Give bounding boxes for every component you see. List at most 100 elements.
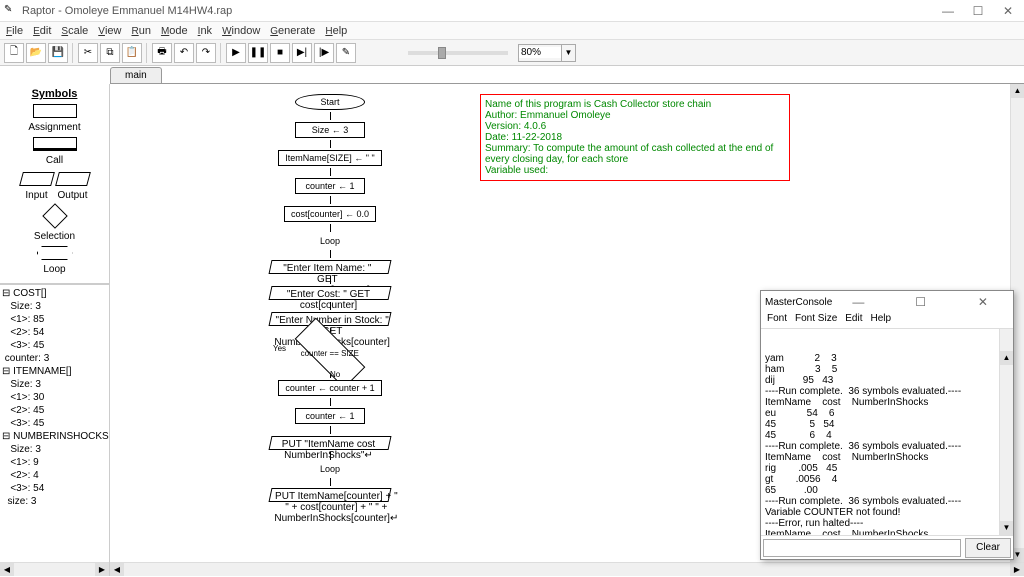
master-console[interactable]: MasterConsole — ☐ ✕ Font Font Size Edit … (760, 290, 1014, 560)
menu-scale[interactable]: Scale (61, 25, 88, 37)
var-node[interactable]: Size: 3 (2, 300, 107, 313)
menu-window[interactable]: Window (222, 25, 260, 37)
console-minimize[interactable]: — (832, 296, 884, 308)
scroll-right-icon[interactable]: ▶ (1010, 563, 1024, 576)
side-hscroll[interactable]: ◀ ▶ (0, 562, 109, 576)
flow-node-hex[interactable]: Loop (295, 462, 365, 476)
console-line: gt .0056 4 (765, 474, 1009, 485)
new-icon[interactable]: 🗋 (4, 43, 24, 63)
var-node[interactable]: <1>: 85 (2, 313, 107, 326)
zoom-select[interactable]: ▼ (518, 44, 576, 62)
flow-node-rect[interactable]: cost[counter] ← 0.0 (284, 206, 376, 222)
console-input[interactable] (763, 539, 961, 557)
scroll-down-icon[interactable]: ▼ (1000, 521, 1013, 535)
step-into-icon[interactable]: |▶ (314, 43, 334, 63)
play-icon[interactable]: ▶ (226, 43, 246, 63)
console-vscroll[interactable]: ▲ ▼ (999, 329, 1013, 535)
console-menu-font[interactable]: Font (767, 313, 787, 328)
speed-slider[interactable] (408, 51, 508, 55)
var-node[interactable]: <2>: 4 (2, 469, 107, 482)
paste-icon[interactable]: 📋 (122, 43, 142, 63)
call-shape[interactable] (33, 137, 77, 151)
flow-node-para[interactable]: "Enter Number in Stock: " GET NumberInSh… (269, 312, 392, 326)
close-button[interactable]: ✕ (1002, 5, 1014, 17)
var-node[interactable]: <2>: 54 (2, 326, 107, 339)
flowchart: Start Size ← 3 ItemName[SIZE] ← " " counter… (270, 92, 390, 504)
var-node[interactable]: <3>: 45 (2, 339, 107, 352)
menu-file[interactable]: File (6, 25, 23, 37)
maximize-button[interactable]: ☐ (972, 5, 984, 17)
var-node[interactable]: Size: 3 (2, 443, 107, 456)
variables-tree[interactable]: ⊟ COST[] Size: 3 <1>: 85 <2>: 54 <3>: 45… (0, 284, 109, 562)
undo-icon[interactable]: ↶ (174, 43, 194, 63)
pencil-icon[interactable]: ✎ (336, 43, 356, 63)
flow-node-rect[interactable]: Size ← 3 (295, 122, 365, 138)
scroll-left-icon[interactable]: ◀ (110, 563, 124, 576)
menu-mode[interactable]: Mode (161, 25, 188, 37)
save-icon[interactable]: 💾 (48, 43, 68, 63)
chevron-down-icon[interactable]: ▼ (561, 45, 575, 61)
copy-icon[interactable]: ⧉ (100, 43, 120, 63)
menu-generate[interactable]: Generate (270, 25, 315, 37)
var-node[interactable]: Size: 3 (2, 378, 107, 391)
menu-help[interactable]: Help (325, 25, 347, 37)
console-maximize[interactable]: ☐ (895, 296, 947, 308)
comment-line: Name of this program is Cash Collector s… (485, 99, 785, 110)
scroll-right-icon[interactable]: ▶ (95, 563, 109, 576)
var-node[interactable]: ⊟ NUMBERINSHOCKS (2, 430, 107, 443)
output-shape[interactable] (55, 172, 91, 186)
flow-node-rect[interactable]: counter ← 1 (295, 408, 365, 424)
var-node[interactable]: ⊟ COST[] (2, 287, 107, 300)
scroll-track[interactable] (124, 563, 1010, 576)
pause-icon[interactable]: ❚❚ (248, 43, 268, 63)
console-close[interactable]: ✕ (957, 296, 1009, 308)
scroll-up-icon[interactable]: ▲ (1000, 351, 1013, 365)
var-node[interactable]: <1>: 30 (2, 391, 107, 404)
redo-icon[interactable]: ↷ (196, 43, 216, 63)
console-menu-fontsize[interactable]: Font Size (795, 313, 837, 328)
flow-node-hex[interactable]: Loop (295, 234, 365, 248)
tab-main[interactable]: main (110, 67, 162, 83)
menu-run[interactable]: Run (131, 25, 150, 37)
flow-node-rect[interactable]: ItemName[SIZE] ← " " (278, 150, 381, 166)
console-output[interactable]: yam 2 3ham 3 5dij 95 43----Run complete.… (761, 329, 1013, 535)
scroll-left-icon[interactable]: ◀ (0, 563, 14, 576)
selection-shape[interactable] (42, 203, 67, 228)
step-over-icon[interactable]: ▶| (292, 43, 312, 63)
comment-box[interactable]: Name of this program is Cash Collector s… (480, 94, 790, 181)
flow-node-rect[interactable]: counter ← counter + 1 (278, 380, 381, 396)
minimize-button[interactable]: — (942, 5, 954, 17)
cut-icon[interactable]: ✂ (78, 43, 98, 63)
var-node[interactable]: counter: 3 (2, 352, 107, 365)
assignment-shape[interactable] (33, 104, 77, 118)
flow-node-para[interactable]: "Enter Cost: " GET cost[counter] (269, 286, 392, 300)
var-node[interactable]: ⊟ ITEMNAME[] (2, 365, 107, 378)
var-node[interactable]: <3>: 45 (2, 417, 107, 430)
var-node[interactable]: <2>: 45 (2, 404, 107, 417)
menu-ink[interactable]: Ink (198, 25, 212, 37)
clear-button[interactable]: Clear (965, 538, 1011, 558)
zoom-input[interactable] (519, 47, 561, 58)
menu-view[interactable]: View (98, 25, 121, 37)
print-icon[interactable]: 🖶 (152, 43, 172, 63)
flow-node-oval[interactable]: Start (295, 94, 365, 110)
flow-node-rect[interactable]: counter ← 1 (295, 178, 365, 194)
open-icon[interactable]: 📂 (26, 43, 46, 63)
flow-node-para[interactable]: "Enter Item Name: " GET ItemName[counter… (269, 260, 392, 274)
flow-node-para[interactable]: PUT ItemName[counter] + " " + cost[count… (269, 488, 392, 502)
input-shape[interactable] (19, 172, 55, 186)
loop-shape[interactable] (37, 246, 73, 260)
stop-icon[interactable]: ■ (270, 43, 290, 63)
canvas-hscroll[interactable]: ◀ ▶ (110, 562, 1024, 576)
var-node[interactable]: <3>: 54 (2, 482, 107, 495)
loop-label: Loop (4, 264, 105, 275)
console-menu-edit[interactable]: Edit (845, 313, 862, 328)
scroll-up-icon[interactable]: ▲ (1011, 84, 1024, 98)
var-node[interactable]: size: 3 (2, 495, 107, 508)
flow-node-para[interactable]: PUT "ItemName cost NumberInShocks"↵ (269, 436, 392, 450)
console-menu-help[interactable]: Help (871, 313, 892, 328)
var-node[interactable]: <1>: 9 (2, 456, 107, 469)
slider-thumb[interactable] (438, 47, 446, 59)
menu-edit[interactable]: Edit (33, 25, 51, 37)
scroll-track[interactable] (14, 563, 95, 576)
